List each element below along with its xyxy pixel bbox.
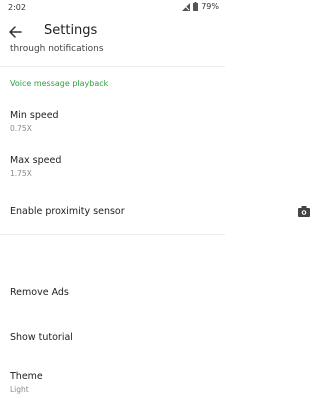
- pref-max-speed[interactable]: Max speed 1.75X: [0, 145, 225, 185]
- pref-title: Remove Ads: [10, 287, 69, 298]
- pref-summary: 1.75X: [10, 169, 32, 178]
- pref-title: Max speed: [10, 155, 62, 166]
- divider: [0, 234, 225, 235]
- camera-icon: [298, 206, 310, 217]
- battery-icon: [193, 2, 199, 11]
- divider: [0, 66, 225, 67]
- arrow-left-icon: [9, 26, 22, 38]
- pref-title: Min speed: [10, 110, 59, 121]
- back-button[interactable]: [8, 24, 26, 40]
- pref-min-speed[interactable]: Min speed 0.75X: [0, 100, 225, 140]
- page-title: Settings: [44, 23, 98, 38]
- pref-remove-ads[interactable]: Remove Ads: [0, 280, 225, 308]
- signal-icon: [182, 2, 191, 11]
- pref-title: Enable proximity sensor: [10, 206, 125, 217]
- pref-title: Theme: [10, 371, 43, 382]
- status-icons: 79%: [182, 2, 219, 11]
- status-time: 2:02: [8, 3, 26, 12]
- pref-theme[interactable]: Theme Light: [0, 365, 225, 400]
- battery-percentage: 79%: [201, 2, 219, 11]
- pref-proximity-sensor[interactable]: Enable proximity sensor: [0, 195, 225, 231]
- pref-summary: 0.75X: [10, 124, 32, 133]
- pref-summary: Light: [10, 385, 29, 394]
- section-header-voice-playback: Voice message playback: [10, 79, 109, 88]
- status-bar: 2:02 79%: [0, 0, 225, 15]
- pref-show-tutorial[interactable]: Show tutorial: [0, 325, 225, 353]
- pref-title: Show tutorial: [10, 332, 73, 343]
- partial-summary-text: through notifications: [10, 44, 104, 54]
